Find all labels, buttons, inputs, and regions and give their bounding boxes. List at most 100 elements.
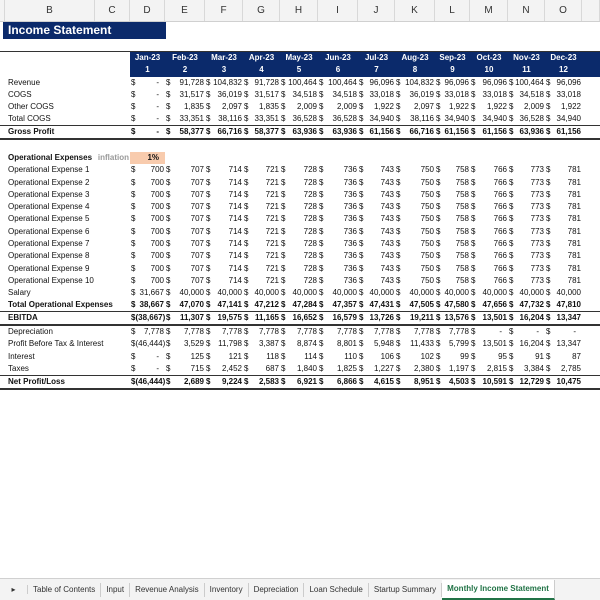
value-cell[interactable]: $1,840: [280, 363, 318, 376]
value-cell[interactable]: $728: [280, 238, 318, 250]
value-cell[interactable]: $743: [358, 262, 395, 274]
value-cell[interactable]: $3,529: [165, 338, 205, 350]
value-cell[interactable]: $16,204: [508, 311, 545, 327]
empty-cell[interactable]: [95, 363, 130, 376]
value-cell[interactable]: $736: [318, 238, 358, 250]
value-cell[interactable]: [582, 125, 600, 141]
value-cell[interactable]: $36,528: [280, 113, 318, 126]
month-header[interactable]: May-23: [280, 52, 318, 65]
value-cell[interactable]: $714: [205, 250, 243, 262]
row-label[interactable]: Operational Expense 4: [5, 201, 95, 213]
empty-cell[interactable]: [95, 139, 130, 151]
empty-cell[interactable]: [205, 152, 243, 164]
value-cell[interactable]: [582, 164, 600, 176]
tab-loan-schedule[interactable]: Loan Schedule: [304, 582, 369, 597]
value-cell[interactable]: [582, 89, 600, 101]
value-cell[interactable]: $750: [395, 238, 435, 250]
value-cell[interactable]: $736: [318, 250, 358, 262]
value-cell[interactable]: $63,936: [280, 125, 318, 141]
value-cell[interactable]: $4,615: [358, 374, 395, 390]
value-cell[interactable]: $736: [318, 213, 358, 225]
value-cell[interactable]: $63,936: [318, 125, 358, 141]
empty-cell[interactable]: [95, 374, 130, 390]
value-cell[interactable]: $100,464: [508, 77, 545, 89]
value-cell[interactable]: $ (46,444): [130, 374, 165, 390]
tab-inventory[interactable]: Inventory: [205, 582, 249, 597]
tab-startup-summary[interactable]: Startup Summary: [369, 582, 443, 597]
value-cell[interactable]: [582, 250, 600, 262]
value-cell[interactable]: $104,832: [395, 77, 435, 89]
value-cell[interactable]: $38,116: [205, 113, 243, 126]
value-cell[interactable]: [582, 338, 600, 350]
value-cell[interactable]: $721: [243, 201, 280, 213]
value-cell[interactable]: $750: [395, 275, 435, 287]
value-cell[interactable]: $707: [165, 250, 205, 262]
value-cell[interactable]: $13,576: [435, 311, 470, 327]
value-cell[interactable]: [582, 113, 600, 126]
value-cell[interactable]: $707: [165, 262, 205, 274]
row-label[interactable]: Operational Expense 6: [5, 226, 95, 238]
value-cell[interactable]: $781: [545, 176, 582, 188]
period-header[interactable]: 5: [280, 64, 318, 77]
value-cell[interactable]: $61,156: [435, 125, 470, 141]
value-cell[interactable]: $758: [435, 213, 470, 225]
row-label[interactable]: Interest: [5, 351, 95, 363]
value-cell[interactable]: $31,667: [130, 287, 165, 299]
row-label[interactable]: Salary: [5, 287, 95, 299]
value-cell[interactable]: $2,097: [205, 101, 243, 113]
value-cell[interactable]: $40,000: [318, 287, 358, 299]
row-label[interactable]: Operational Expense 8: [5, 250, 95, 262]
value-cell[interactable]: $6,866: [318, 374, 358, 390]
value-cell[interactable]: [280, 139, 318, 151]
value-cell[interactable]: [130, 139, 165, 151]
value-cell[interactable]: $766: [470, 189, 508, 201]
empty-cell[interactable]: [95, 213, 130, 225]
column-header[interactable]: [582, 0, 600, 21]
value-cell[interactable]: $700: [130, 164, 165, 176]
column-header[interactable]: F: [205, 0, 243, 21]
value-cell[interactable]: $758: [435, 226, 470, 238]
value-cell[interactable]: $58,377: [165, 125, 205, 141]
value-cell[interactable]: $736: [318, 164, 358, 176]
value-cell[interactable]: $766: [470, 238, 508, 250]
value-cell[interactable]: $714: [205, 213, 243, 225]
value-cell[interactable]: $33,351: [243, 113, 280, 126]
value-cell[interactable]: $13,347: [545, 311, 582, 327]
value-cell[interactable]: $19,211: [395, 311, 435, 327]
row-label[interactable]: Operational Expense 10: [5, 275, 95, 287]
value-cell[interactable]: $36,528: [508, 113, 545, 126]
value-cell[interactable]: $47,505: [395, 299, 435, 312]
value-cell[interactable]: [582, 287, 600, 299]
value-cell[interactable]: $743: [358, 189, 395, 201]
value-cell[interactable]: $40,000: [280, 287, 318, 299]
value-cell[interactable]: $1,922: [470, 101, 508, 113]
value-cell[interactable]: $707: [165, 164, 205, 176]
month-header[interactable]: Mar-23: [205, 52, 243, 65]
value-cell[interactable]: $743: [358, 226, 395, 238]
value-cell[interactable]: $40,000: [545, 287, 582, 299]
row-label[interactable]: Operational Expense 1: [5, 164, 95, 176]
value-cell[interactable]: $707: [165, 176, 205, 188]
value-cell[interactable]: $7,778: [280, 325, 318, 338]
value-cell[interactable]: $1,835: [165, 101, 205, 113]
value-cell[interactable]: $750: [395, 226, 435, 238]
value-cell[interactable]: $36,528: [318, 113, 358, 126]
value-cell[interactable]: $5,948: [358, 338, 395, 350]
value-cell[interactable]: $700: [130, 176, 165, 188]
value-cell[interactable]: $773: [508, 176, 545, 188]
value-cell[interactable]: $5,799: [435, 338, 470, 350]
value-cell[interactable]: $87: [545, 351, 582, 363]
value-cell[interactable]: $95: [470, 351, 508, 363]
row-label[interactable]: Net Profit/Loss: [5, 374, 95, 390]
value-cell[interactable]: $728: [280, 275, 318, 287]
value-cell[interactable]: [205, 139, 243, 151]
value-cell[interactable]: $743: [358, 164, 395, 176]
value-cell[interactable]: $700: [130, 226, 165, 238]
value-cell[interactable]: $700: [130, 262, 165, 274]
value-cell[interactable]: $47,656: [470, 299, 508, 312]
value-cell[interactable]: $700: [130, 189, 165, 201]
value-cell[interactable]: $773: [508, 189, 545, 201]
value-cell[interactable]: [470, 139, 508, 151]
value-cell[interactable]: $728: [280, 164, 318, 176]
value-cell[interactable]: $736: [318, 189, 358, 201]
